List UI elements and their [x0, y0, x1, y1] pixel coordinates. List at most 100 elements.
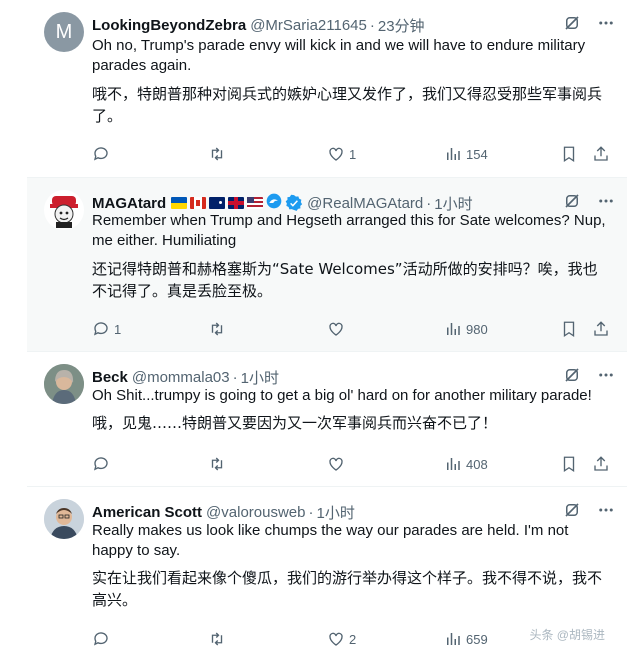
bookmark-icon — [563, 456, 575, 473]
grok-icon[interactable] — [563, 14, 581, 36]
user-handle[interactable]: @valorousweb — [206, 504, 305, 521]
view-count: 659 — [466, 631, 488, 647]
heart-icon — [329, 632, 343, 646]
reply-button[interactable]: 1 — [92, 320, 121, 338]
tweet[interactable]: M LookingBeyondZebra @MrSaria211645 · 23… — [27, 0, 627, 178]
action-bar: 1 154 — [92, 143, 615, 165]
retweet-icon — [211, 457, 223, 471]
display-name[interactable]: LookingBeyondZebra — [92, 17, 246, 34]
share-icon — [594, 146, 608, 161]
user-handle[interactable]: @mommala03 — [132, 369, 230, 386]
bookmark-button[interactable] — [560, 145, 578, 163]
views-button[interactable]: 154 — [444, 145, 488, 163]
view-count: 408 — [466, 456, 488, 472]
separator-dot: · — [308, 503, 314, 521]
display-name[interactable]: American Scott — [92, 504, 202, 521]
more-options-icon[interactable] — [597, 501, 615, 523]
australia-flag-icon — [209, 197, 226, 209]
avatar[interactable]: M — [44, 12, 84, 52]
tweet[interactable]: Beck @mommala03 · 1小时 Oh Shit...trumpy i… — [27, 352, 627, 487]
reply-button[interactable] — [92, 455, 114, 473]
tweet-translation: 还记得特朗普和赫格塞斯为“Sate Welcomes”活动所做的安排吗？唉，我也… — [92, 260, 598, 300]
avatar-letter: M — [55, 20, 73, 43]
heart-icon — [329, 147, 343, 161]
heart-icon — [329, 457, 343, 471]
more-options-icon[interactable] — [597, 14, 615, 36]
tweet[interactable]: MAGAtard @RealMAGAtard · 1小时 Remember wh… — [27, 178, 627, 352]
views-button[interactable]: 659 — [444, 630, 488, 648]
share-button[interactable] — [592, 455, 610, 473]
tweet-header: Beck @mommala03 · 1小时 — [92, 367, 615, 387]
tweet-text: Oh no, Trump's parade envy will kick in … — [92, 37, 586, 74]
separator-dot: · — [232, 368, 238, 386]
tweet-translation: 实在让我们看起来像个傻瓜，我们的游行举办得这个样子。我不得不说，我不高兴。 — [92, 569, 603, 609]
tweet-translation: 哦不，特朗普那种对阅兵式的嫉妒心理又发作了，我们又得忍受那些军事阅兵了。 — [92, 85, 603, 125]
bookmark-icon — [563, 321, 575, 338]
display-name[interactable]: Beck — [92, 369, 128, 386]
usa-flag-icon — [247, 197, 264, 209]
retweet-icon — [211, 147, 223, 161]
wave-icon — [266, 193, 282, 213]
bookmark-icon — [563, 146, 575, 163]
reply-icon — [93, 457, 108, 471]
view-count: 980 — [466, 321, 488, 337]
tweet-header: American Scott @valorousweb · 1小时 — [92, 502, 615, 522]
share-icon — [594, 321, 608, 336]
retweet-button[interactable] — [207, 145, 231, 163]
views-button[interactable]: 980 — [444, 320, 488, 338]
avatar[interactable] — [44, 364, 84, 404]
ukraine-flag-icon — [171, 197, 188, 209]
tweet-text: Really makes us look like chumps the way… — [92, 522, 569, 559]
action-bar: 1 980 — [92, 318, 615, 340]
timestamp[interactable]: 23分钟 — [378, 15, 425, 36]
like-button[interactable]: 2 — [327, 630, 356, 648]
user-handle[interactable]: @MrSaria211645 — [250, 17, 367, 34]
action-bar: 408 — [92, 453, 615, 475]
like-button[interactable] — [327, 320, 349, 338]
reply-icon — [93, 147, 108, 161]
tweet[interactable]: American Scott @valorousweb · 1小时 Really… — [27, 487, 627, 647]
uk-flag-icon — [228, 197, 245, 209]
tweet-text: Remember when Trump and Hegseth arranged… — [92, 212, 606, 249]
retweet-button[interactable] — [207, 320, 231, 338]
grok-icon[interactable] — [563, 366, 581, 388]
view-count: 154 — [466, 146, 488, 162]
avatar[interactable] — [44, 499, 84, 539]
reply-icon — [93, 632, 108, 646]
reply-count: 1 — [114, 321, 122, 337]
views-button[interactable]: 408 — [444, 455, 488, 473]
user-handle[interactable]: @RealMAGAtard — [307, 195, 423, 212]
like-count: 1 — [349, 146, 357, 162]
bookmark-button[interactable] — [560, 320, 578, 338]
like-button[interactable] — [327, 455, 349, 473]
like-button[interactable]: 1 — [327, 145, 356, 163]
tweet-translation: 哦，见鬼……特朗普又要因为又一次军事阅兵而兴奋不已了！ — [92, 414, 498, 432]
share-button[interactable] — [592, 320, 610, 338]
retweet-button[interactable] — [207, 455, 231, 473]
flag-emojis — [171, 193, 282, 213]
timestamp[interactable]: 1小时 — [317, 502, 355, 523]
share-button[interactable] — [592, 145, 610, 163]
display-name[interactable]: MAGAtard — [92, 195, 166, 212]
views-icon — [447, 633, 460, 645]
more-options-icon[interactable] — [597, 366, 615, 388]
timestamp[interactable]: 1小时 — [241, 367, 279, 388]
tweet-header: LookingBeyondZebra @MrSaria211645 · 23分钟 — [92, 15, 615, 35]
reply-icon — [93, 322, 108, 336]
reply-feed: M LookingBeyondZebra @MrSaria211645 · 23… — [0, 0, 627, 647]
reply-button[interactable] — [92, 145, 114, 163]
reply-button[interactable] — [92, 630, 114, 648]
heart-icon — [329, 322, 343, 336]
separator-dot: · — [426, 194, 432, 212]
bookmark-button[interactable] — [560, 455, 578, 473]
avatar[interactable] — [44, 190, 84, 230]
views-icon — [447, 458, 460, 470]
verified-badge-icon[interactable] — [285, 194, 303, 212]
grok-icon[interactable] — [563, 501, 581, 523]
retweet-button[interactable] — [207, 630, 231, 648]
share-icon — [594, 456, 608, 471]
tweet-header: MAGAtard @RealMAGAtard · 1小时 — [92, 193, 615, 213]
retweet-icon — [211, 322, 223, 336]
canada-flag-icon — [190, 197, 207, 209]
like-count: 2 — [349, 631, 357, 647]
